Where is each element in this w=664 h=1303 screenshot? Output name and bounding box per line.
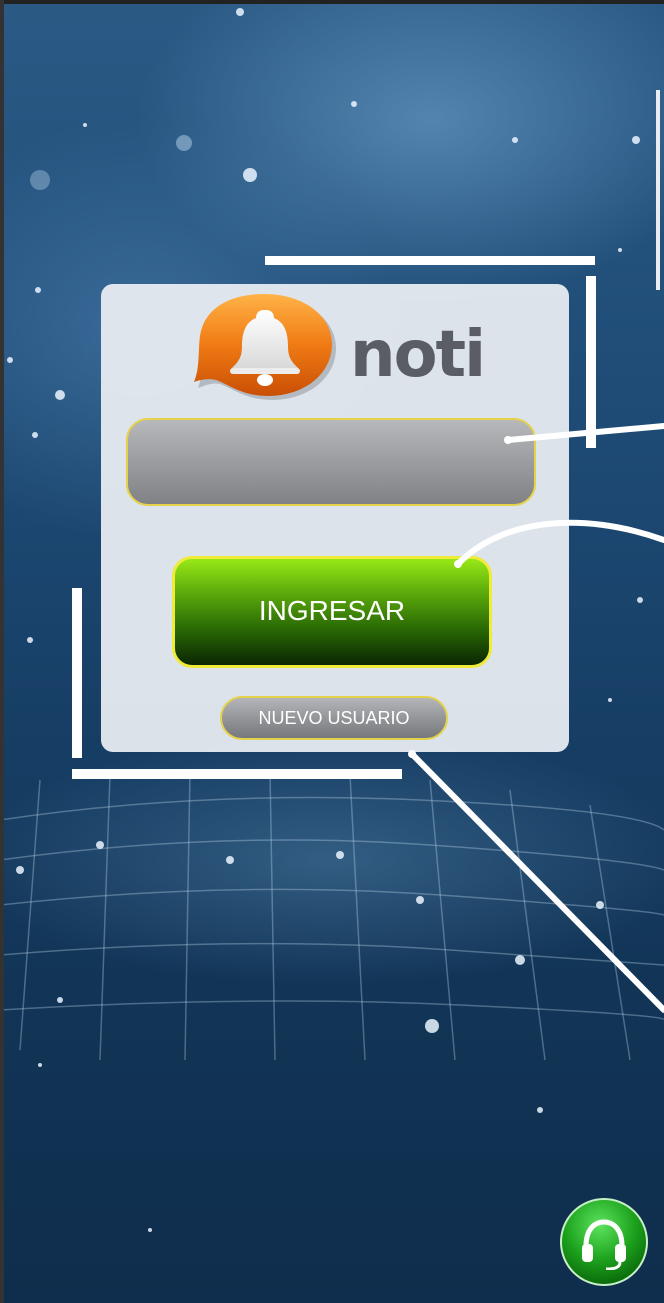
support-button[interactable] (560, 1198, 648, 1286)
headset-icon (582, 1219, 626, 1270)
decorative-lines (408, 423, 664, 1013)
